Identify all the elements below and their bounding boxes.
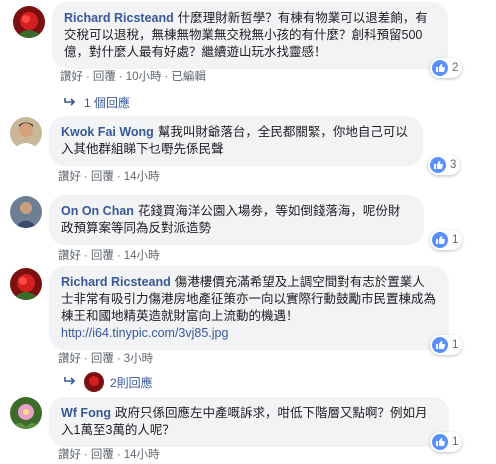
- comment-author[interactable]: Kwok Fai Wong: [61, 125, 154, 139]
- reply-arrow-icon: [64, 96, 76, 110]
- like-count[interactable]: 3: [428, 155, 461, 175]
- like-button[interactable]: 讚好: [58, 449, 81, 461]
- image-link[interactable]: http://i64.tinypic.com/3vj85.jpg: [61, 326, 228, 340]
- like-count[interactable]: 1: [430, 230, 463, 250]
- like-button[interactable]: 讚好: [58, 353, 81, 365]
- timestamp[interactable]: 14小時: [124, 449, 160, 461]
- comment-author[interactable]: Richard Ricsteand: [64, 11, 174, 25]
- comment-actions: 讚好 · 回覆 · 14小時: [58, 171, 160, 183]
- reply-avatar: [84, 372, 104, 392]
- reply-button[interactable]: 回覆: [91, 353, 114, 365]
- comment-actions: 讚好 · 回覆 · 10小時 · 已編輯: [60, 71, 206, 83]
- like-button[interactable]: 讚好: [58, 250, 81, 262]
- avatar[interactable]: [10, 268, 42, 300]
- timestamp[interactable]: 14小時: [124, 171, 160, 183]
- avatar[interactable]: [10, 196, 42, 228]
- comment-bubble: On On Chan 花錢買海洋公園入場劵，等如倒錢落海，呢份財政預算案等同為反對…: [49, 195, 424, 245]
- avatar[interactable]: [10, 117, 42, 149]
- comment-bubble: Richard Ricsteand 傷港樓價充滿希望及上調空間對有志於置業人士非常…: [49, 266, 449, 350]
- comment-bubble: Richard Ricsteand 什麼理財新哲學？有棟有物業可以退差餉，有交稅可…: [52, 2, 448, 69]
- comment-actions: 讚好 · 回覆 · 14小時: [58, 250, 160, 262]
- avatar[interactable]: [13, 6, 45, 38]
- reply-arrow-icon: [64, 375, 76, 389]
- thumbs-up-icon: [432, 232, 448, 248]
- comment-actions: 讚好 · 回覆 · 14小時: [58, 449, 160, 461]
- reply-button[interactable]: 回覆: [91, 449, 114, 461]
- thumbs-up-icon: [432, 337, 448, 353]
- timestamp[interactable]: 3小時: [124, 353, 153, 365]
- comment-bubble: Kwok Fai Wong 幫我叫財爺落台，全民都關緊，你地自己可以入其他群組睇下…: [49, 116, 423, 166]
- comment-actions: 讚好 · 回覆 · 3小時: [58, 353, 154, 365]
- comment-author[interactable]: Richard Ricsteand: [61, 275, 171, 289]
- thumbs-up-icon: [432, 434, 448, 450]
- view-replies-link[interactable]: 2則回應: [64, 372, 153, 392]
- like-button[interactable]: 讚好: [58, 171, 81, 183]
- like-count[interactable]: 1: [430, 335, 463, 355]
- comment-bubble: Wf Fong 政府只係回應左中產嘅訴求，咁低下階層又點啊？例如月入1萬至3萬的人…: [49, 397, 449, 447]
- comment-author[interactable]: On On Chan: [61, 204, 134, 218]
- timestamp[interactable]: 14小時: [124, 250, 160, 262]
- like-count[interactable]: 2: [430, 58, 463, 78]
- view-replies-link[interactable]: 1 個回應: [64, 94, 130, 111]
- edited-label[interactable]: 已編輯: [171, 71, 206, 83]
- reply-button[interactable]: 回覆: [91, 171, 114, 183]
- reply-button[interactable]: 回覆: [93, 71, 116, 83]
- comment-text: 政府只係回應左中產嘅訴求，咁低下階層又點啊？例如月入1萬至3萬的人呢？: [61, 406, 428, 437]
- thumbs-up-icon: [432, 60, 448, 76]
- reply-button[interactable]: 回覆: [91, 250, 114, 262]
- like-count[interactable]: 1: [430, 432, 463, 452]
- thumbs-up-icon: [430, 157, 446, 173]
- timestamp[interactable]: 10小時: [126, 71, 162, 83]
- like-button[interactable]: 讚好: [60, 71, 83, 83]
- avatar[interactable]: [10, 397, 42, 429]
- comment-author[interactable]: Wf Fong: [61, 406, 111, 420]
